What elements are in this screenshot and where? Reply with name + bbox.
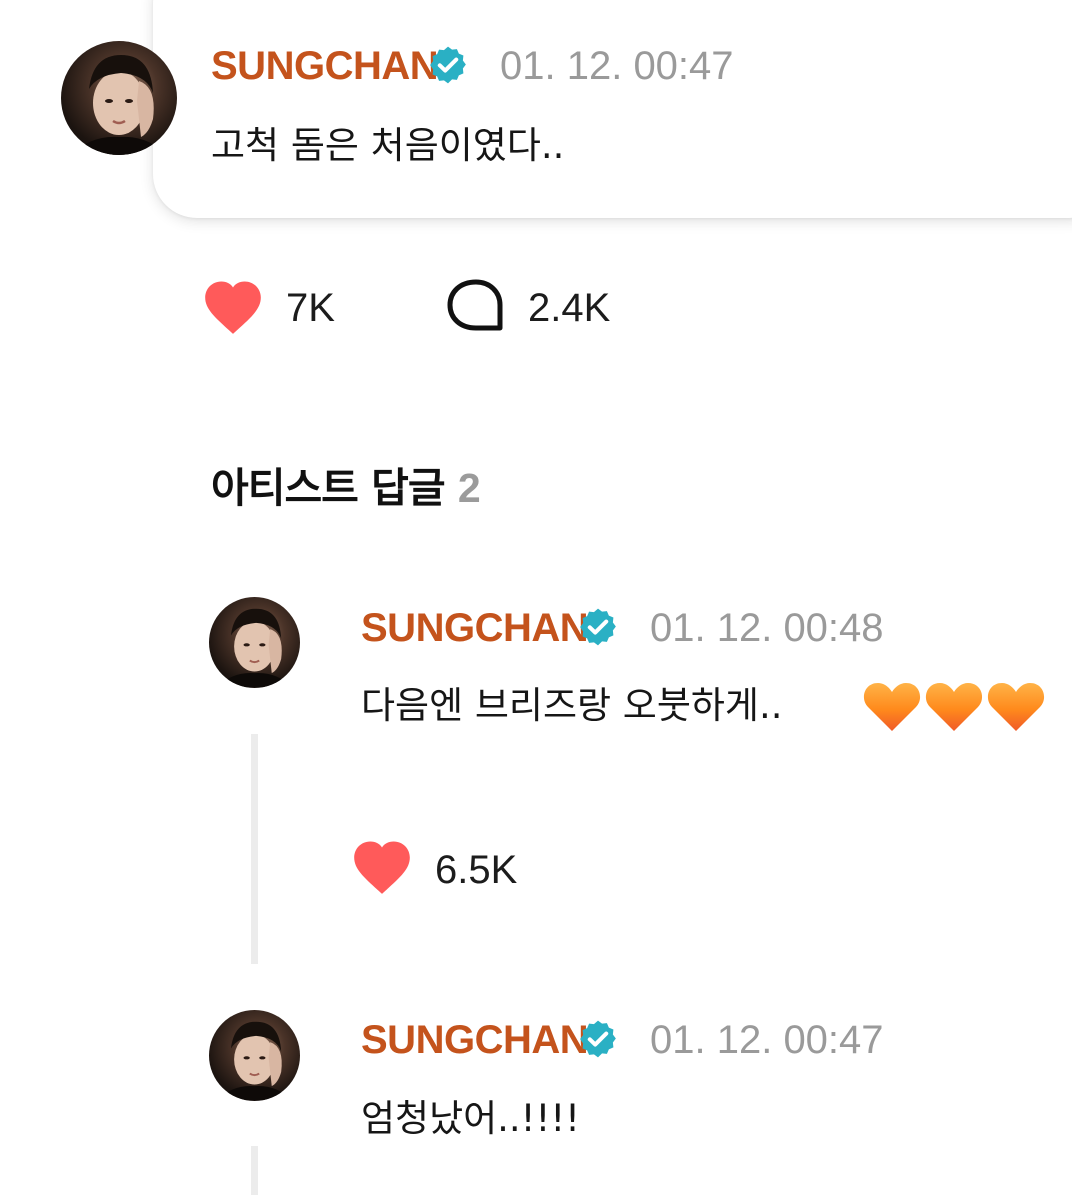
like-count: 7K <box>286 286 335 330</box>
comment-bubble-icon[interactable] <box>446 278 506 334</box>
section-title-text: 아티스트 답글 <box>211 464 446 512</box>
reply-timestamp: 01. 12. 00:48 <box>650 606 884 650</box>
reply-timestamp: 01. 12. 00:47 <box>650 1018 884 1062</box>
reply-username[interactable]: SUNGCHAN <box>361 604 589 652</box>
post-timestamp: 01. 12. 00:47 <box>500 44 734 88</box>
post-avatar[interactable] <box>61 41 177 155</box>
reply-emoji-group: 🧡🧡🧡 <box>862 679 1046 735</box>
orange-heart-emoji <box>863 683 1045 731</box>
post-text: 고척 돔은 처음이였다.. <box>211 124 565 167</box>
heart-icon[interactable] <box>348 836 416 896</box>
post-card <box>153 0 1072 218</box>
artist-replies-heading: 아티스트 답글 2 <box>211 462 481 514</box>
reply-like-count: 6.5K <box>435 848 518 892</box>
section-reply-count: 2 <box>457 465 481 511</box>
post-username[interactable]: SUNGCHAN <box>211 42 439 90</box>
comment-count: 2.4K <box>528 286 611 330</box>
reply-text: 엄청났어..!!!! <box>361 1097 581 1140</box>
reply-text: 다음엔 브리즈랑 오붓하게.. <box>361 684 783 727</box>
avatar-photo <box>216 1021 293 1101</box>
avatar-photo <box>216 608 293 688</box>
thread-line <box>251 1146 258 1195</box>
reply-avatar[interactable] <box>209 597 300 688</box>
avatar-photo <box>71 55 167 155</box>
heart-icon[interactable] <box>199 276 267 336</box>
verified-badge-icon <box>580 1020 616 1058</box>
thread-line <box>251 734 258 964</box>
verified-badge-icon <box>580 608 616 646</box>
verified-badge-icon <box>430 46 466 84</box>
reply-username[interactable]: SUNGCHAN <box>361 1016 589 1064</box>
reply-avatar[interactable] <box>209 1010 300 1101</box>
